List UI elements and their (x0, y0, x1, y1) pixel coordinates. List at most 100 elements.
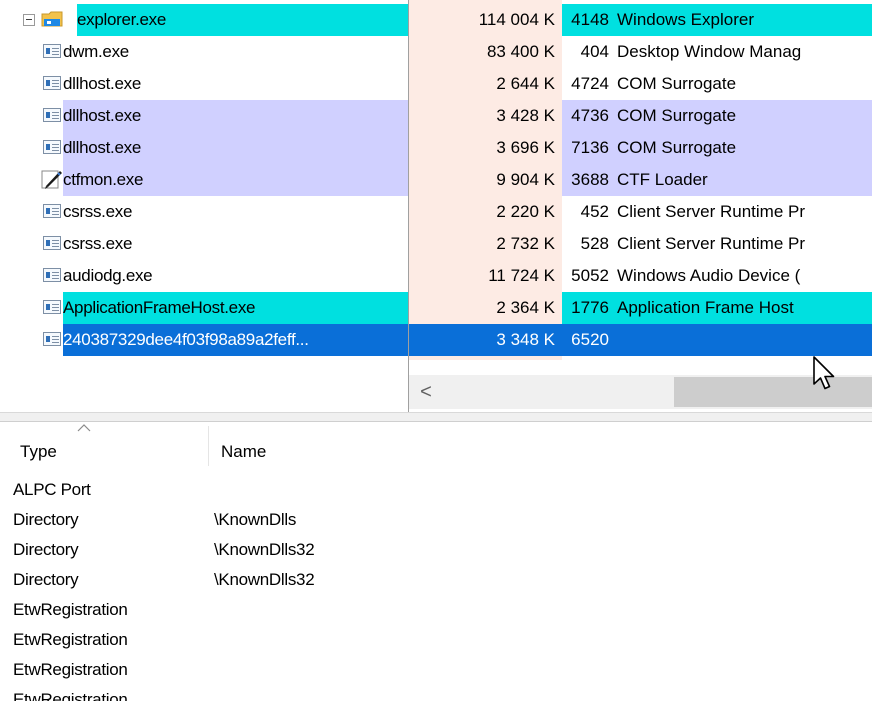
pid-value: 404 (580, 42, 609, 61)
handle-type: Directory (13, 540, 79, 559)
private-bytes-value: 83 400 K (486, 42, 555, 61)
private-bytes-value: 2 644 K (496, 74, 555, 93)
process-name: dllhost.exe (63, 74, 141, 93)
description-value: COM Surrogate (617, 138, 737, 157)
pen-icon (41, 168, 63, 190)
horizontal-scrollbar[interactable]: < (409, 375, 872, 409)
process-name: csrss.exe (63, 202, 133, 221)
process-name: 240387329dee4f03f98a89a2feff... (63, 330, 309, 349)
process-row[interactable]: explorer.exe 114 004 K 4148 Windows Explore… (0, 4, 872, 36)
handle-row[interactable]: ALPC Port (0, 475, 872, 505)
process-row[interactable]: audiodg.exe 11 724 K 5052 Windows Audio Dev… (0, 260, 872, 292)
process-detail-cells: 2 220 K 452 Client Server Runtime Pr (409, 196, 872, 228)
handle-name: \KnownDlls32 (214, 540, 315, 559)
pid-value: 452 (580, 202, 609, 221)
process-detail-cells: 3 696 K 7136 COM Surrogate (409, 132, 872, 164)
scroll-left-arrow-icon[interactable]: < (409, 375, 443, 409)
description-value: Desktop Window Manag (617, 42, 802, 61)
description-value: COM Surrogate (617, 106, 737, 125)
handles-header: Type Name (0, 422, 872, 468)
process-tree-pane: explorer.exe 114 004 K 4148 Windows Explore… (0, 0, 872, 412)
process-name: ctfmon.exe (63, 170, 144, 189)
description-value: COM Surrogate (617, 74, 737, 93)
sort-ascending-icon (77, 424, 91, 432)
private-bytes-value: 3 696 K (496, 138, 555, 157)
private-bytes-value: 114 004 K (478, 10, 555, 29)
process-detail-cells: 2 644 K 4724 COM Surrogate (409, 68, 872, 100)
process-name: ApplicationFrameHost.exe (63, 298, 256, 317)
process-window-icon (43, 204, 61, 218)
process-window-icon (43, 76, 61, 90)
private-bytes-value: 9 904 K (496, 170, 555, 189)
process-row[interactable]: dllhost.exe 2 644 K 4724 COM Surrogate (0, 68, 872, 100)
process-row[interactable]: dllhost.exe 3 428 K 4736 COM Surrogate (0, 100, 872, 132)
process-window-icon (43, 236, 61, 250)
process-detail-cells: 2 364 K 1776 Application Frame Host (409, 292, 872, 324)
handle-row[interactable]: Directory \KnownDlls32 (0, 565, 872, 595)
column-header-type[interactable]: Type (20, 422, 57, 468)
handle-type: Directory (13, 570, 79, 589)
process-window-icon (43, 268, 61, 282)
process-name: dllhost.exe (63, 106, 141, 125)
handle-type: EtwRegistration (13, 660, 128, 679)
process-row[interactable]: 240387329dee4f03f98a89a2feff... 3 348 K 65… (0, 324, 872, 356)
private-bytes-value: 2 364 K (496, 298, 555, 317)
process-detail-cells: 3 348 K 6520 (409, 324, 872, 356)
process-detail-cells: 9 904 K 3688 CTF Loader (409, 164, 872, 196)
process-window-icon (43, 332, 61, 346)
private-bytes-value: 11 724 K (488, 266, 555, 285)
process-row[interactable]: ApplicationFrameHost.exe 2 364 K 1776 Appli… (0, 292, 872, 324)
private-bytes-value: 3 348 K (496, 330, 555, 349)
private-bytes-value: 2 732 K (496, 234, 555, 253)
handle-row[interactable]: EtwRegistration (0, 655, 872, 685)
collapse-toggle-icon[interactable] (23, 14, 35, 26)
column-header-name[interactable]: Name (221, 422, 266, 468)
process-row[interactable]: ctfmon.exe 9 904 K 3688 CTF Loader (0, 164, 872, 196)
process-window-icon (43, 44, 61, 58)
pid-value: 528 (580, 234, 609, 253)
scrollbar-thumb[interactable] (674, 377, 872, 407)
process-detail-cells: 83 400 K 404 Desktop Window Manag (409, 36, 872, 68)
pid-value: 3688 (571, 170, 609, 189)
process-name: explorer.exe (77, 10, 167, 29)
handle-row[interactable]: EtwRegistration (0, 625, 872, 655)
pid-value: 4736 (571, 106, 609, 125)
handles-pane: Type Name ALPC Port Directory \KnownDlls Di… (0, 422, 872, 701)
folder-icon (41, 10, 63, 28)
process-row[interactable]: dwm.exe 83 400 K 404 Desktop Window Manag (0, 36, 872, 68)
handle-name: \KnownDlls32 (214, 570, 315, 589)
description-value: Application Frame Host (617, 298, 794, 317)
pid-value: 5052 (571, 266, 609, 285)
process-detail-cells: 3 428 K 4736 COM Surrogate (409, 100, 872, 132)
handle-row[interactable]: Directory \KnownDlls32 (0, 535, 872, 565)
private-bytes-value: 3 428 K (496, 106, 555, 125)
description-value: Client Server Runtime Pr (617, 234, 806, 253)
handle-row[interactable]: EtwRegistration (0, 595, 872, 625)
description-value: Client Server Runtime Pr (617, 202, 806, 221)
pid-value: 4724 (571, 74, 609, 93)
process-window-icon (43, 300, 61, 314)
process-row[interactable]: dllhost.exe 3 696 K 7136 COM Surrogate (0, 132, 872, 164)
column-header-divider[interactable] (208, 426, 209, 466)
handle-row[interactable]: EtwRegistration (0, 685, 872, 701)
process-name: csrss.exe (63, 234, 133, 253)
process-name: dllhost.exe (63, 138, 141, 157)
pid-value: 7136 (571, 138, 609, 157)
process-detail-cells: 11 724 K 5052 Windows Audio Device ( (409, 260, 872, 292)
description-value: Windows Explorer (617, 10, 754, 29)
description-value: Windows Audio Device ( (617, 266, 801, 285)
process-window-icon (43, 140, 61, 154)
process-detail-cells: 114 004 K 4148 Windows Explorer (409, 4, 872, 36)
process-row[interactable]: csrss.exe 2 220 K 452 Client Server Runtime… (0, 196, 872, 228)
process-name: audiodg.exe (63, 266, 153, 285)
pid-value: 4148 (571, 10, 609, 29)
pane-splitter[interactable] (0, 412, 872, 422)
handle-type: Directory (13, 510, 79, 529)
handle-type: EtwRegistration (13, 600, 128, 619)
process-row[interactable]: csrss.exe 2 732 K 528 Client Server Runtime… (0, 228, 872, 260)
handle-type: EtwRegistration (13, 690, 128, 701)
private-bytes-value: 2 220 K (496, 202, 555, 221)
mouse-pointer-icon (813, 356, 835, 390)
pid-value: 6520 (571, 330, 609, 349)
handle-row[interactable]: Directory \KnownDlls (0, 505, 872, 535)
